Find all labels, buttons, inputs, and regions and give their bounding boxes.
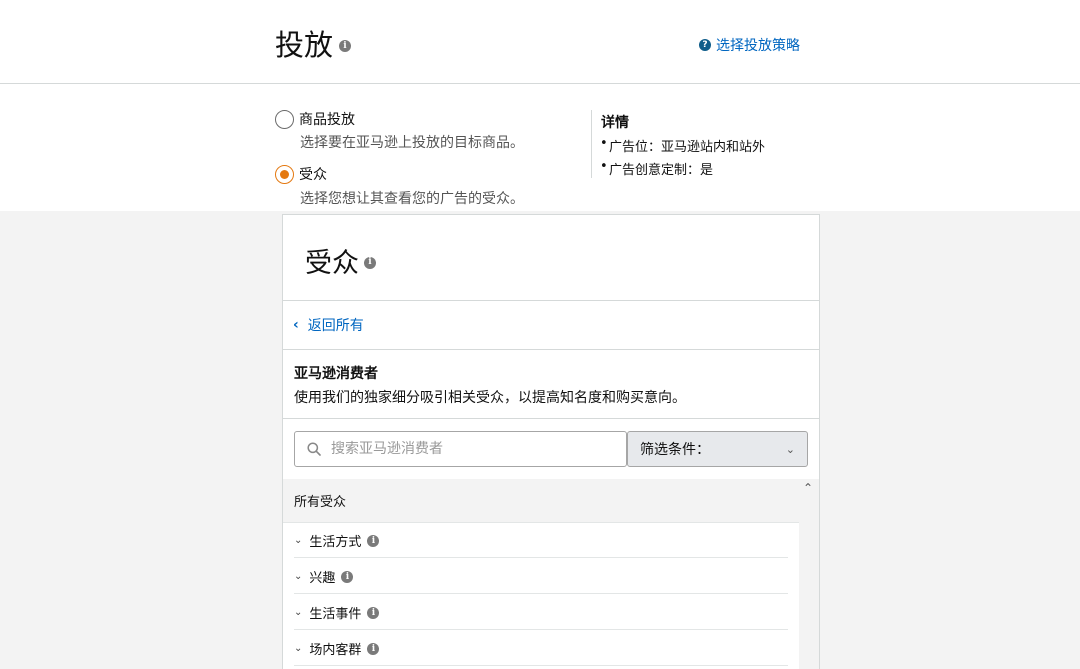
page-title: 投放 i — [275, 22, 352, 64]
details-divider — [591, 110, 592, 178]
search-icon — [307, 442, 321, 456]
list-item-label: 生活方式 — [309, 534, 362, 550]
list-item-label: 兴趣 — [309, 570, 336, 586]
header-divider — [0, 83, 1080, 84]
filter-dropdown[interactable]: 筛选条件： ⌄ — [627, 431, 808, 467]
audience-panel-title: 受众 — [305, 248, 359, 279]
radio-button-audience[interactable] — [275, 164, 294, 184]
chevron-left-icon: ‹ — [293, 317, 299, 333]
chevron-up-icon[interactable]: ⌃ — [803, 481, 813, 495]
radio-option-product-targeting[interactable]: 商品投放 — [275, 109, 355, 129]
back-to-all-label: 返回所有 — [307, 318, 364, 334]
choose-strategy-label: 选择投放策略 — [716, 38, 800, 54]
scrollbar[interactable]: ⌃ — [799, 479, 819, 669]
audience-list: 所有受众 ⌄ 生活方式 i ⌄ 兴趣 i ⌄ 生活事件 i ⌄ 场内客群 i ⌃ — [283, 479, 819, 669]
list-item-interests[interactable]: ⌄ 兴趣 i — [294, 559, 788, 594]
back-to-all-link[interactable]: ‹ 返回所有 — [283, 301, 819, 350]
audience-panel-header: 受众 i — [283, 215, 819, 301]
info-icon[interactable]: i — [367, 535, 380, 547]
info-icon[interactable]: i — [367, 607, 380, 619]
chevron-down-icon: ⌄ — [294, 570, 303, 582]
info-icon[interactable]: i — [339, 40, 352, 52]
info-icon[interactable]: i — [367, 643, 380, 655]
detail-item-placement: 广告位：亚马逊站内和站外 — [600, 136, 765, 155]
chevron-down-icon: ⌄ — [294, 534, 303, 546]
radio-option-audience[interactable]: 受众 — [275, 164, 327, 184]
info-icon[interactable]: i — [364, 256, 376, 269]
top-section — [0, 0, 1080, 211]
chevron-down-icon: ⌄ — [785, 442, 795, 456]
info-icon[interactable]: i — [341, 571, 354, 583]
radio-button-product-targeting[interactable] — [275, 109, 294, 129]
amazon-consumers-section: 亚马逊消费者 使用我们的独家细分吸引相关受众，以提高知名度和购买意向。 — [283, 350, 819, 419]
amazon-consumers-description: 使用我们的独家细分吸引相关受众，以提高知名度和购买意向。 — [294, 390, 686, 406]
choose-strategy-link[interactable]: ? 选择投放策略 — [699, 35, 800, 55]
detail-item-creative: 广告创意定制：是 — [600, 159, 713, 178]
option-description-product-targeting: 选择要在亚马逊上投放的目标商品。 — [300, 135, 524, 151]
search-filter-row: 筛选条件： ⌄ — [283, 419, 819, 479]
search-box[interactable] — [294, 431, 627, 467]
audience-panel: 受众 i ‹ 返回所有 亚马逊消费者 使用我们的独家细分吸引相关受众，以提高知名… — [282, 214, 820, 669]
chevron-down-icon: ⌄ — [294, 642, 303, 654]
details-title: 详情 — [601, 115, 629, 131]
chevron-down-icon: ⌄ — [294, 606, 303, 618]
filter-label: 筛选条件： — [640, 442, 710, 458]
page-title-text: 投放 — [275, 28, 334, 62]
list-item-label: 生活事件 — [309, 606, 362, 622]
list-item-in-market[interactable]: ⌄ 场内客群 i — [294, 631, 788, 666]
option-label-audience: 受众 — [299, 167, 327, 183]
amazon-consumers-title: 亚马逊消费者 — [294, 366, 378, 382]
search-input[interactable] — [329, 440, 603, 458]
option-label-product-targeting: 商品投放 — [299, 112, 355, 128]
list-item-label: 场内客群 — [309, 642, 362, 658]
all-audiences-header: 所有受众 — [283, 479, 799, 523]
list-item-life-events[interactable]: ⌄ 生活事件 i — [294, 595, 788, 630]
option-description-audience: 选择您想让其查看您的广告的受众。 — [300, 191, 524, 207]
list-item-lifestyle[interactable]: ⌄ 生活方式 i — [294, 523, 788, 558]
question-icon: ? — [699, 39, 711, 51]
